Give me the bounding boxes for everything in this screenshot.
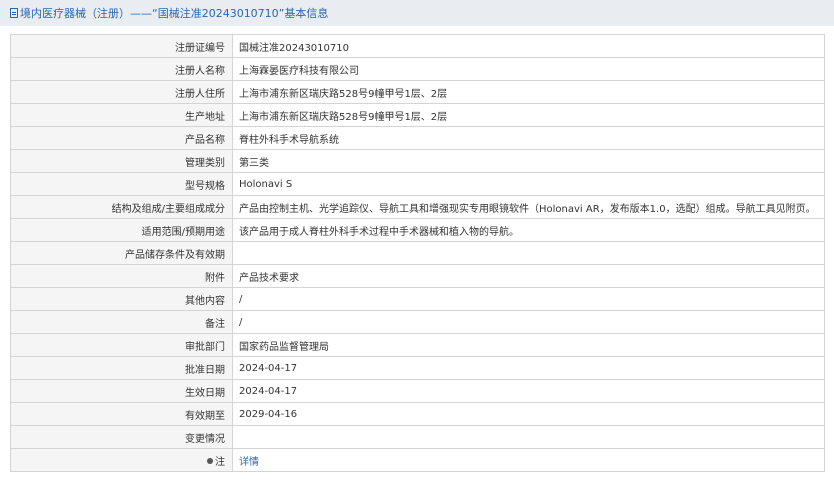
row-label: 附件 — [10, 264, 233, 288]
row-value — [232, 241, 825, 265]
row-label: 管理类别 — [10, 149, 233, 173]
row-value: 第三类 — [232, 149, 825, 173]
row-value: / — [232, 310, 825, 334]
note-label-cell: 注 — [10, 448, 233, 472]
info-table-container: 注册证编号 国械注准20243010710 注册人名称 上海霖晏医疗科技有限公司 注册人… — [10, 34, 825, 472]
table-row: 注册证编号 国械注准20243010710 — [10, 34, 825, 58]
row-label: 注册人名称 — [10, 57, 233, 81]
row-value: 上海市浦东新区瑞庆路528号9幢甲号1层、2层 — [232, 103, 825, 127]
row-label: 结构及组成/主要组成成分 — [10, 195, 233, 219]
table-row: 备注 / — [10, 310, 825, 334]
table-row: 结构及组成/主要组成成分 产品由控制主机、光学追踪仪、导航工具和增强现实专用眼镜软… — [10, 195, 825, 219]
table-row: 批准日期 2024-04-17 — [10, 356, 825, 380]
table-row: 有效期至 2029-04-16 — [10, 402, 825, 426]
table-row: 审批部门 国家药品监督管理局 — [10, 333, 825, 357]
row-value: / — [232, 287, 825, 311]
pin-icon — [207, 457, 213, 464]
row-label: 产品名称 — [10, 126, 233, 150]
table-row: 变更情况 — [10, 425, 825, 449]
table-row: 附件 产品技术要求 — [10, 264, 825, 288]
row-label: 其他内容 — [10, 287, 233, 311]
page-header: 境内医疗器械（注册）——“国械注准20243010710”基本信息 — [0, 0, 834, 26]
document-icon — [10, 8, 18, 18]
details-link[interactable]: 详情 — [239, 457, 259, 468]
row-label: 型号规格 — [10, 172, 233, 196]
note-label: 注 — [215, 456, 225, 468]
row-value: 2024-04-17 — [232, 379, 825, 403]
table-row: 管理类别 第三类 — [10, 149, 825, 173]
table-row: 生效日期 2024-04-17 — [10, 379, 825, 403]
row-label: 备注 — [10, 310, 233, 334]
row-label: 生产地址 — [10, 103, 233, 127]
row-label: 变更情况 — [10, 425, 233, 449]
row-label: 适用范围/预期用途 — [10, 218, 233, 242]
row-label: 生效日期 — [10, 379, 233, 403]
table-row: 适用范围/预期用途 该产品用于成人脊柱外科手术过程中手术器械和植入物的导航。 — [10, 218, 825, 242]
table-row: 注册人住所 上海市浦东新区瑞庆路528号9幢甲号1层、2层 — [10, 80, 825, 104]
table-row: 生产地址 上海市浦东新区瑞庆路528号9幢甲号1层、2层 — [10, 103, 825, 127]
table-row: 型号规格 Holonavi S — [10, 172, 825, 196]
info-table: 注册证编号 国械注准20243010710 注册人名称 上海霖晏医疗科技有限公司 注册人… — [10, 34, 825, 472]
row-value: 该产品用于成人脊柱外科手术过程中手术器械和植入物的导航。 — [232, 218, 825, 242]
row-label: 注册人住所 — [10, 80, 233, 104]
table-row: 产品名称 脊柱外科手术导航系统 — [10, 126, 825, 150]
row-value: 国家药品监督管理局 — [232, 333, 825, 357]
table-row: 其他内容 / — [10, 287, 825, 311]
table-row: 注册人名称 上海霖晏医疗科技有限公司 — [10, 57, 825, 81]
row-value: 上海市浦东新区瑞庆路528号9幢甲号1层、2层 — [232, 80, 825, 104]
table-row: 产品储存条件及有效期 — [10, 241, 825, 265]
row-value: 2029-04-16 — [232, 402, 825, 426]
row-label: 产品储存条件及有效期 — [10, 241, 233, 265]
row-value — [232, 425, 825, 449]
row-label: 有效期至 — [10, 402, 233, 426]
row-label: 审批部门 — [10, 333, 233, 357]
note-value-cell: 详情 — [232, 448, 825, 472]
row-value: Holonavi S — [232, 172, 825, 196]
row-value: 国械注准20243010710 — [232, 34, 825, 58]
page-title: 境内医疗器械（注册）——“国械注准20243010710”基本信息 — [20, 7, 329, 20]
row-label: 批准日期 — [10, 356, 233, 380]
note-row: 注 详情 — [10, 448, 825, 472]
row-value: 2024-04-17 — [232, 356, 825, 380]
row-value: 上海霖晏医疗科技有限公司 — [232, 57, 825, 81]
row-value: 脊柱外科手术导航系统 — [232, 126, 825, 150]
row-value: 产品技术要求 — [232, 264, 825, 288]
row-label: 注册证编号 — [10, 34, 233, 58]
row-value: 产品由控制主机、光学追踪仪、导航工具和增强现实专用眼镜软件（Holonavi A… — [232, 195, 825, 219]
